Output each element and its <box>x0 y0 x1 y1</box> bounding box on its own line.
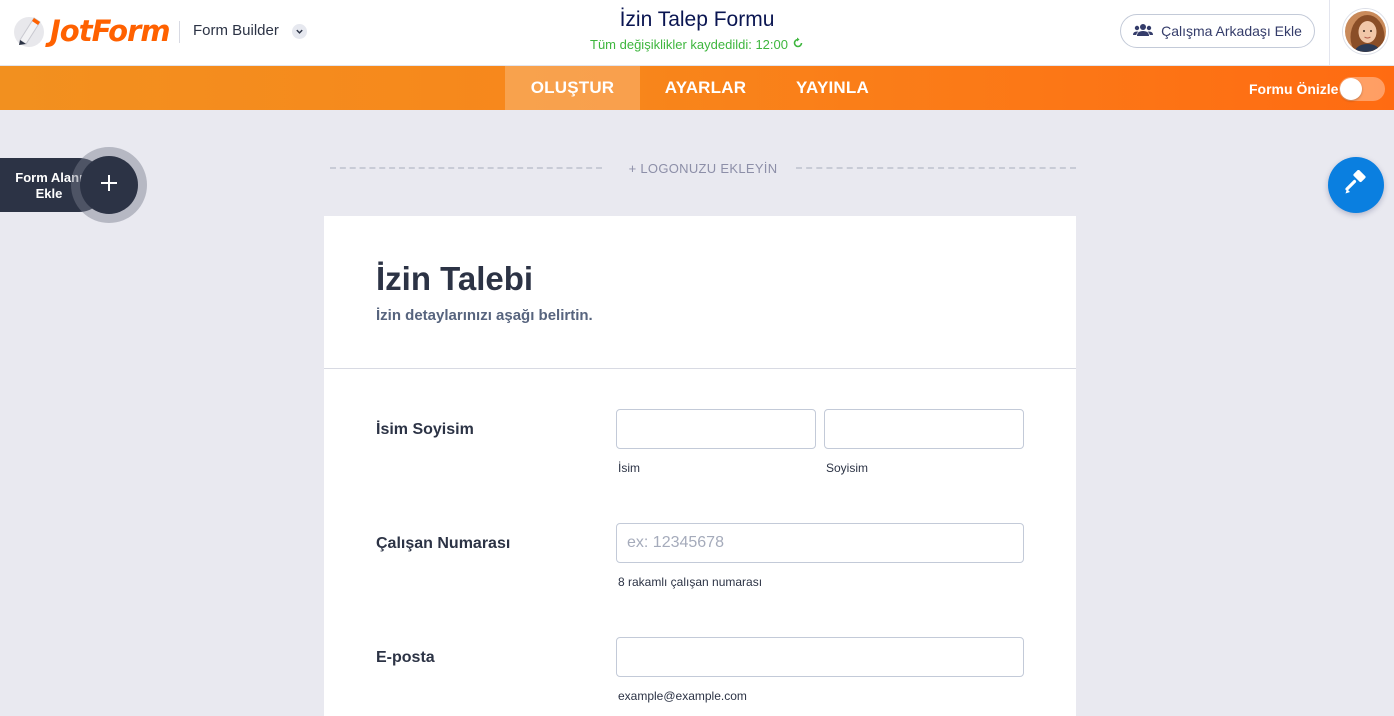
employee-number-sublabel: 8 rakamlı çalışan numarası <box>618 575 763 589</box>
refresh-icon[interactable] <box>792 37 804 52</box>
tab-build[interactable]: OLUŞTUR <box>505 66 640 110</box>
avatar[interactable] <box>1343 9 1388 54</box>
builder-nav-bar: OLUŞTUR AYARLAR YAYINLA Formu Önizle <box>0 66 1394 110</box>
add-collaborator-label: Çalışma Arkadaşı Ekle <box>1161 23 1302 39</box>
employee-number-label[interactable]: Çalışan Numarası <box>376 535 510 553</box>
last-name-input[interactable] <box>824 409 1024 449</box>
full-name-label[interactable]: İsim Soyisim <box>376 421 474 439</box>
form-subheading[interactable]: İzin detaylarınızı aşağı belirtin. <box>376 307 593 324</box>
email-sublabel: example@example.com <box>618 689 747 703</box>
add-collaborator-button[interactable]: Çalışma Arkadaşı Ekle <box>1120 14 1315 48</box>
first-name-sublabel: İsim <box>618 461 640 475</box>
paint-roller-icon <box>1343 169 1369 201</box>
save-status-text: Tüm değişiklikler kaydedildi: 12:00 <box>590 37 788 52</box>
tab-publish[interactable]: YAYINLA <box>771 66 894 110</box>
add-logo-link[interactable]: + LOGONUZU EKLEYİN <box>330 161 1076 176</box>
last-name-sublabel: Soyisim <box>826 461 869 475</box>
add-logo-row[interactable]: + LOGONUZU EKLEYİN <box>330 160 1076 176</box>
form-card: İzin Talebi İzin detaylarınızı aşağı bel… <box>324 216 1076 716</box>
plus-icon <box>100 174 118 197</box>
first-name-input[interactable] <box>616 409 816 449</box>
email-label[interactable]: E-posta <box>376 649 435 667</box>
form-designer-button[interactable] <box>1328 157 1384 213</box>
tab-settings[interactable]: AYARLAR <box>640 66 771 110</box>
users-icon <box>1133 23 1154 40</box>
toggle-knob <box>1340 78 1362 100</box>
email-field[interactable] <box>616 637 1024 677</box>
preview-form-toggle[interactable] <box>1339 77 1385 101</box>
header-right-divider <box>1329 0 1330 66</box>
top-header: JotForm Form Builder İzin Talep Formu Tü… <box>0 0 1394 66</box>
heading-divider <box>324 368 1076 369</box>
preview-form-label: Formu Önizle <box>1249 81 1339 97</box>
form-heading[interactable]: İzin Talebi <box>376 260 533 298</box>
add-element-button[interactable] <box>80 156 138 214</box>
employee-number-input[interactable] <box>616 523 1024 563</box>
